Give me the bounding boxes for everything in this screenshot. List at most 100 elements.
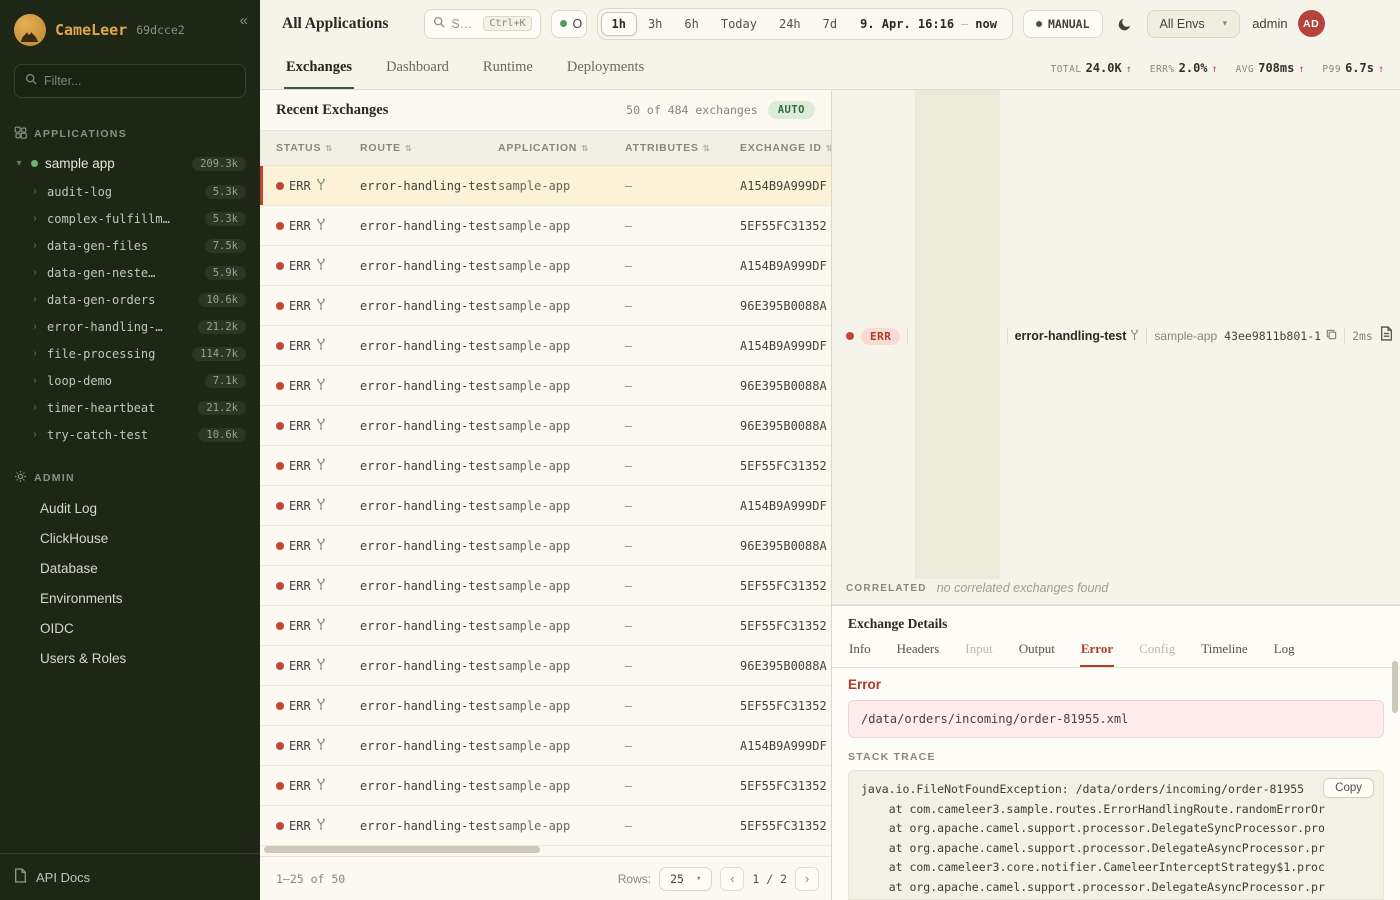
table-row[interactable]: ERR error-handling-test sample-app — 96E… [260, 286, 831, 326]
table-row[interactable]: ERR error-handling-test sample-app — A15… [260, 326, 831, 366]
sidebar-route-item[interactable]: › error-handling-… 21.2k [0, 313, 260, 340]
horizontal-scrollbar[interactable] [264, 846, 540, 853]
exchange-log-icon[interactable] [1380, 326, 1393, 346]
application-cell: sample-app [498, 579, 625, 593]
stack-trace-label: STACK TRACE [848, 751, 1384, 763]
column-header-route[interactable]: ROUTE⇅ [360, 142, 498, 154]
column-header-attributes[interactable]: ATTRIBUTES⇅ [625, 142, 740, 154]
sidebar-route-item[interactable]: › file-processing 114.7k [0, 340, 260, 367]
time-range-button[interactable]: Today [710, 12, 768, 36]
date-separator: — [961, 17, 968, 31]
time-range-button[interactable]: 24h [768, 12, 812, 36]
date-range[interactable]: 9. Apr. 16:16 — now [848, 17, 1009, 31]
table-row[interactable]: ERR error-handling-test sample-app — A15… [260, 726, 831, 766]
global-search[interactable]: Ctrl+K [424, 9, 540, 39]
sidebar-collapse-button[interactable]: « [240, 12, 248, 29]
route-cell: error-handling-test [360, 339, 498, 353]
error-dot-icon [276, 342, 284, 350]
detail-tab[interactable]: Output [1018, 639, 1056, 667]
table-row[interactable]: ERR error-handling-test sample-app — A15… [260, 486, 831, 526]
app-badge: sample-app [915, 90, 999, 579]
time-range-button[interactable]: 1h [601, 12, 637, 36]
detail-tab[interactable]: Input [964, 639, 993, 667]
main-tab[interactable]: Deployments [565, 47, 646, 89]
refresh-mode-button[interactable]: MANUAL [1023, 10, 1103, 38]
sidebar-route-item[interactable]: › complex-fulfillm… 5.3k [0, 205, 260, 232]
detail-route-name[interactable]: error-handling-test [1015, 329, 1140, 343]
table-row[interactable]: ERR error-handling-test sample-app — A15… [260, 166, 831, 206]
filter-input[interactable] [44, 74, 235, 88]
table-row[interactable]: ERR error-handling-test sample-app — 5EF… [260, 206, 831, 246]
detail-tab[interactable]: Error [1080, 639, 1114, 667]
next-page-button[interactable]: › [795, 867, 819, 891]
detail-tab[interactable]: Config [1138, 639, 1176, 667]
detail-tab[interactable]: Log [1273, 639, 1296, 667]
sidebar-admin-item[interactable]: Audit Log [0, 493, 260, 523]
time-range-button[interactable]: 7d [812, 12, 848, 36]
table-row[interactable]: ERR error-handling-test sample-app — 96E… [260, 366, 831, 406]
table-row[interactable]: ERR error-handling-test sample-app — 96E… [260, 646, 831, 686]
api-docs-link[interactable]: API Docs [0, 853, 260, 900]
applications-section-label: APPLICATIONS [34, 128, 127, 140]
prev-page-button[interactable]: ‹ [720, 867, 744, 891]
rows-per-page-select[interactable]: 25 ▾ [659, 867, 712, 891]
chevron-right-icon: › [30, 267, 40, 278]
auto-refresh-badge[interactable]: AUTO [768, 101, 815, 119]
sidebar-route-item[interactable]: › data-gen-neste… 5.9k [0, 259, 260, 286]
sidebar-admin-item[interactable]: Database [0, 553, 260, 583]
sidebar-admin-item[interactable]: ClickHouse [0, 523, 260, 553]
search-icon [433, 15, 445, 33]
column-header-exchange-id[interactable]: EXCHANGE ID⇅ [740, 142, 831, 154]
applications-section-header: APPLICATIONS [0, 114, 260, 149]
time-range-button[interactable]: 3h [637, 12, 673, 36]
search-input[interactable] [451, 17, 477, 31]
dark-mode-toggle[interactable] [1113, 12, 1137, 36]
sidebar-route-item[interactable]: › data-gen-files 7.5k [0, 232, 260, 259]
table-row[interactable]: ERR error-handling-test sample-app — 5EF… [260, 686, 831, 726]
column-header-application[interactable]: APPLICATION⇅ [498, 142, 625, 154]
copy-button[interactable]: Copy [1323, 778, 1374, 798]
environment-selector[interactable]: All Envs ▾ [1147, 10, 1241, 38]
main-tab[interactable]: Runtime [481, 47, 535, 89]
detail-tab[interactable]: Info [848, 639, 872, 667]
sidebar-admin-item[interactable]: Environments [0, 583, 260, 613]
table-row[interactable]: ERR error-handling-test sample-app — 5EF… [260, 566, 831, 606]
detail-tab[interactable]: Headers [896, 639, 941, 667]
sidebar-item-sample-app[interactable]: ▾ sample app 209.3k [0, 149, 260, 178]
detail-exchange-id[interactable]: 43ee9811b801-1 [1224, 329, 1337, 343]
chevron-right-icon: › [30, 429, 40, 440]
avatar[interactable]: AD [1298, 10, 1325, 37]
chevron-right-icon: › [30, 186, 40, 197]
detail-tab[interactable]: Timeline [1200, 639, 1248, 667]
attributes-cell: — [625, 339, 740, 353]
main-tab[interactable]: Exchanges [284, 47, 354, 89]
route-fork-icon [316, 698, 326, 713]
sidebar-route-item[interactable]: › loop-demo 7.1k [0, 367, 260, 394]
divider [1007, 328, 1008, 344]
table-row[interactable]: ERR error-handling-test sample-app — 96E… [260, 406, 831, 446]
live-toggle[interactable]: O [551, 10, 587, 38]
app-status-dot [31, 160, 38, 167]
error-message: /data/orders/incoming/order-81955.xml [848, 700, 1384, 738]
table-row[interactable]: ERR error-handling-test sample-app — 5EF… [260, 766, 831, 806]
column-header-status[interactable]: STATUS⇅ [276, 142, 360, 154]
time-range-button[interactable]: 6h [673, 12, 709, 36]
sidebar-header: CameLeer 69dcce2 « [0, 0, 260, 56]
table-row[interactable]: ERR error-handling-test sample-app — A15… [260, 246, 831, 286]
sidebar-route-item[interactable]: › data-gen-orders 10.6k [0, 286, 260, 313]
table-row[interactable]: ERR error-handling-test sample-app — 5EF… [260, 446, 831, 486]
sidebar-route-item[interactable]: › try-catch-test 10.6k [0, 421, 260, 448]
vertical-scrollbar[interactable] [1392, 661, 1398, 713]
sidebar-route-item[interactable]: › audit-log 5.3k [0, 178, 260, 205]
main-tab[interactable]: Dashboard [384, 47, 451, 89]
sidebar-admin-item[interactable]: OIDC [0, 613, 260, 643]
live-toggle-label: O [573, 17, 583, 31]
sidebar-route-item[interactable]: › timer-heartbeat 21.2k [0, 394, 260, 421]
sidebar-admin-item[interactable]: Users & Roles [0, 643, 260, 673]
error-dot-icon [276, 542, 284, 550]
copy-icon[interactable] [1326, 329, 1337, 343]
sidebar-filter[interactable] [14, 64, 246, 98]
table-row[interactable]: ERR error-handling-test sample-app — 5EF… [260, 606, 831, 646]
table-row[interactable]: ERR error-handling-test sample-app — 5EF… [260, 806, 831, 846]
table-row[interactable]: ERR error-handling-test sample-app — 96E… [260, 526, 831, 566]
